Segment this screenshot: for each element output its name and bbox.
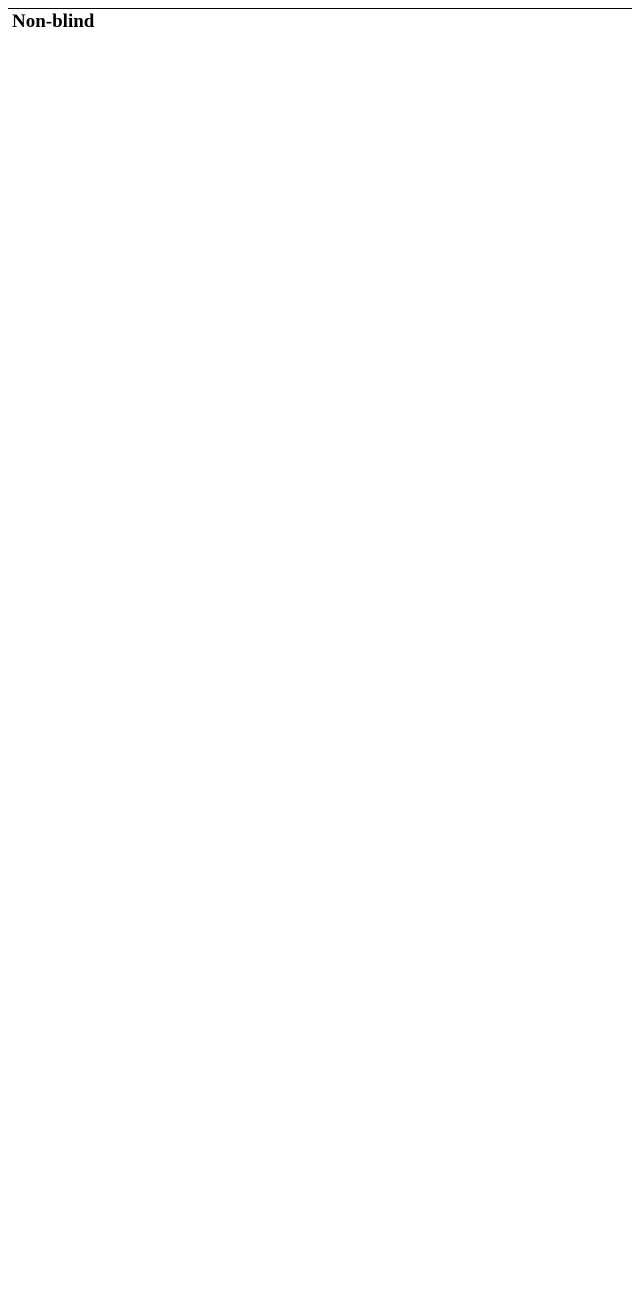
empty bbox=[482, 9, 632, 35]
empty bbox=[332, 9, 482, 35]
section-title: Non-blind bbox=[8, 9, 170, 35]
results-table: Non-blind bbox=[8, 8, 632, 35]
empty bbox=[170, 9, 332, 35]
